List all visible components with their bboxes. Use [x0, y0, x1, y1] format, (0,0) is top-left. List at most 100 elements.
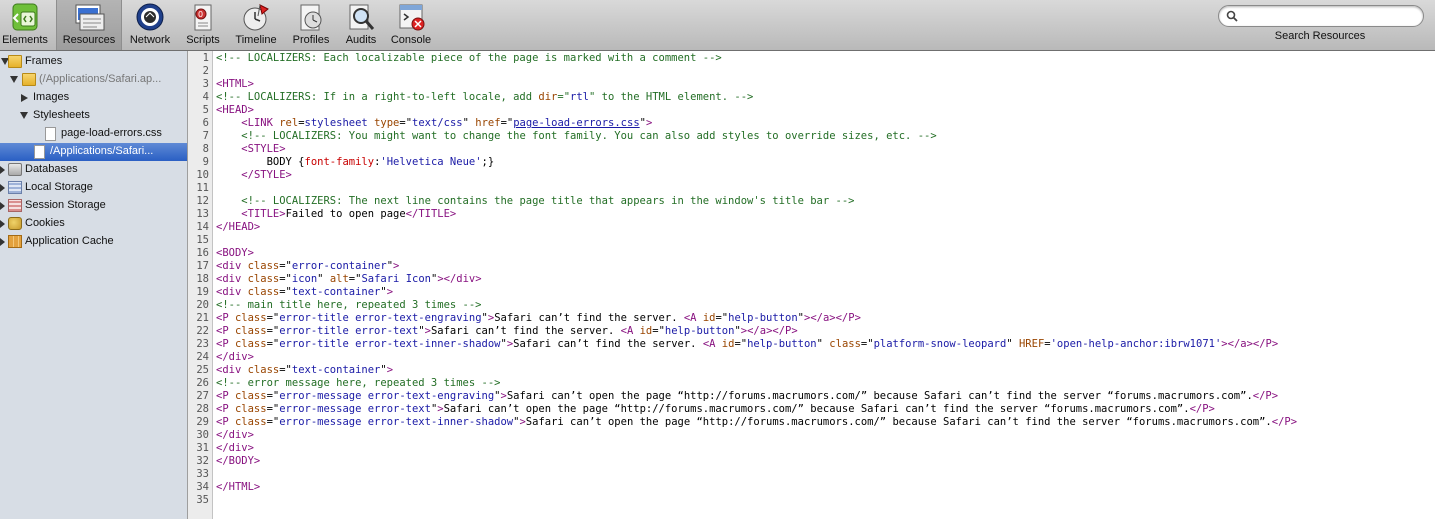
search-icon [1226, 10, 1238, 22]
code-token: ;} [481, 156, 495, 168]
elements-icon [12, 3, 38, 31]
code-token: Safari can’t find the server. [494, 312, 684, 324]
code-token: " [462, 117, 476, 129]
sidebar-item-frames[interactable]: Frames [0, 53, 187, 71]
sidebar-item-frame[interactable]: (/Applications/Safari.ap... [0, 71, 187, 89]
code-token: Safari can’t open the page “http://forum… [443, 403, 1190, 415]
code-token: class [234, 312, 267, 324]
line-number: 17 [196, 260, 209, 272]
code-token: help-button [747, 338, 817, 350]
line-number: 35 [196, 494, 209, 506]
search-input[interactable] [1241, 7, 1411, 25]
scripts-tab[interactable]: 0 Scripts [181, 0, 225, 50]
sidebar-item-databases[interactable]: Databases [0, 161, 187, 179]
disclosure-triangle-icon[interactable] [0, 184, 5, 192]
sidebar-item-cookies[interactable]: Cookies [0, 215, 187, 233]
disclosure-triangle-icon[interactable] [0, 166, 5, 174]
code-token: =" [734, 338, 748, 350]
toolbar: Elements Resources Network 0 Scripts Tim… [0, 0, 1435, 51]
line-number: 31 [196, 442, 209, 454]
database-icon [8, 163, 22, 176]
code-token: =" [500, 117, 514, 129]
code-line: <div class="error-container"> [216, 260, 399, 273]
line-number: 2 [202, 65, 209, 77]
console-icon [399, 4, 425, 31]
code-token: error-container [291, 260, 387, 272]
code-token: <div [216, 286, 248, 298]
code-token: rtl [570, 91, 589, 103]
disclosure-triangle-icon[interactable] [0, 202, 5, 210]
code-token: text-container [291, 286, 381, 298]
disclosure-triangle-icon[interactable] [10, 76, 18, 83]
code-token: </div> [216, 351, 254, 363]
line-number: 7 [202, 130, 209, 142]
code-token: error-message error-text-engraving [279, 390, 495, 402]
code-token: BODY { [216, 156, 305, 168]
timeline-tab[interactable]: Timeline [229, 0, 283, 50]
elements-tab[interactable]: Elements [0, 0, 50, 50]
line-number: 26 [196, 377, 209, 389]
code-token: =" [279, 260, 292, 272]
code-token: class [247, 273, 280, 285]
sidebar-item-document[interactable]: /Applications/Safari... [0, 143, 187, 161]
line-number: 32 [196, 455, 209, 467]
disclosure-triangle-icon[interactable] [0, 238, 5, 246]
code-token: </div> [216, 442, 254, 454]
code-line: <!-- LOCALIZERS: The next line contains … [216, 195, 854, 208]
sidebar-item-images[interactable]: Images [0, 89, 187, 107]
code-line: <STYLE> [216, 143, 286, 156]
search-box[interactable] [1218, 5, 1424, 27]
sidebar-item-session-storage[interactable]: Session Storage [0, 197, 187, 215]
profiles-tab[interactable]: Profiles [287, 0, 335, 50]
code-token: =" [266, 312, 280, 324]
audits-tab[interactable]: Audits [339, 0, 383, 50]
code-token: id [721, 338, 735, 350]
code-token: <P [216, 390, 235, 402]
code-token: <div [216, 260, 248, 272]
code-token: =" [266, 390, 280, 402]
resources-tab[interactable]: Resources [56, 0, 122, 50]
code-token: Safari can’t find the server. [513, 338, 703, 350]
sidebar-item-local-storage[interactable]: Local Storage [0, 179, 187, 197]
code-line: <P class="error-title error-text">Safari… [216, 325, 798, 338]
code-token: <A [702, 338, 722, 350]
sidebar-item-label: Session Storage [25, 199, 106, 211]
code-token: </STYLE> [241, 169, 292, 181]
code-token: </div> [216, 429, 254, 441]
cookie-icon [8, 217, 22, 230]
disclosure-triangle-icon[interactable] [21, 94, 28, 102]
code-token: " [317, 273, 330, 285]
sidebar-item-stylesheets[interactable]: Stylesheets [0, 107, 187, 125]
stylesheet-link[interactable]: page-load-errors.css [513, 117, 639, 129]
sidebar-item-application-cache[interactable]: Application Cache [0, 233, 187, 251]
sidebar-item-stylesheet[interactable]: page-load-errors.css [0, 125, 187, 143]
code-token: <!-- main title here, repeated 3 times -… [216, 299, 482, 311]
code-line: <HTML> [216, 78, 254, 91]
code-token: " to the HTML element. --> [589, 91, 754, 103]
code-token: type [374, 117, 400, 129]
console-tab[interactable]: Console [387, 0, 435, 50]
code-token: ></a></P> [1221, 338, 1279, 350]
code-token: alt [329, 273, 349, 285]
code-token: <!-- LOCALIZERS: Each localizable piece … [216, 52, 722, 64]
code-token: <STYLE> [241, 143, 286, 155]
resources-sidebar: Frames (/Applications/Safari.ap... Image… [0, 51, 188, 519]
code-token: stylesheet [304, 117, 368, 129]
line-number: 8 [202, 143, 209, 155]
disclosure-triangle-icon[interactable] [0, 220, 5, 228]
code-line: <P class="error-message error-text-inner… [216, 416, 1297, 429]
code-token: <BODY> [216, 247, 254, 259]
network-tab[interactable]: Network [124, 0, 176, 50]
code-token: </P> [1271, 416, 1298, 428]
disclosure-triangle-icon[interactable] [20, 112, 28, 119]
profiles-icon [300, 4, 322, 31]
code-token: > [386, 364, 394, 376]
code-token: =" [557, 91, 571, 103]
code-token: > [645, 117, 653, 129]
code-line: <!-- main title here, repeated 3 times -… [216, 299, 482, 312]
line-number: 10 [196, 169, 209, 181]
code-token: =" [279, 286, 292, 298]
line-number: 20 [196, 299, 209, 311]
search-field[interactable] [1218, 5, 1424, 28]
